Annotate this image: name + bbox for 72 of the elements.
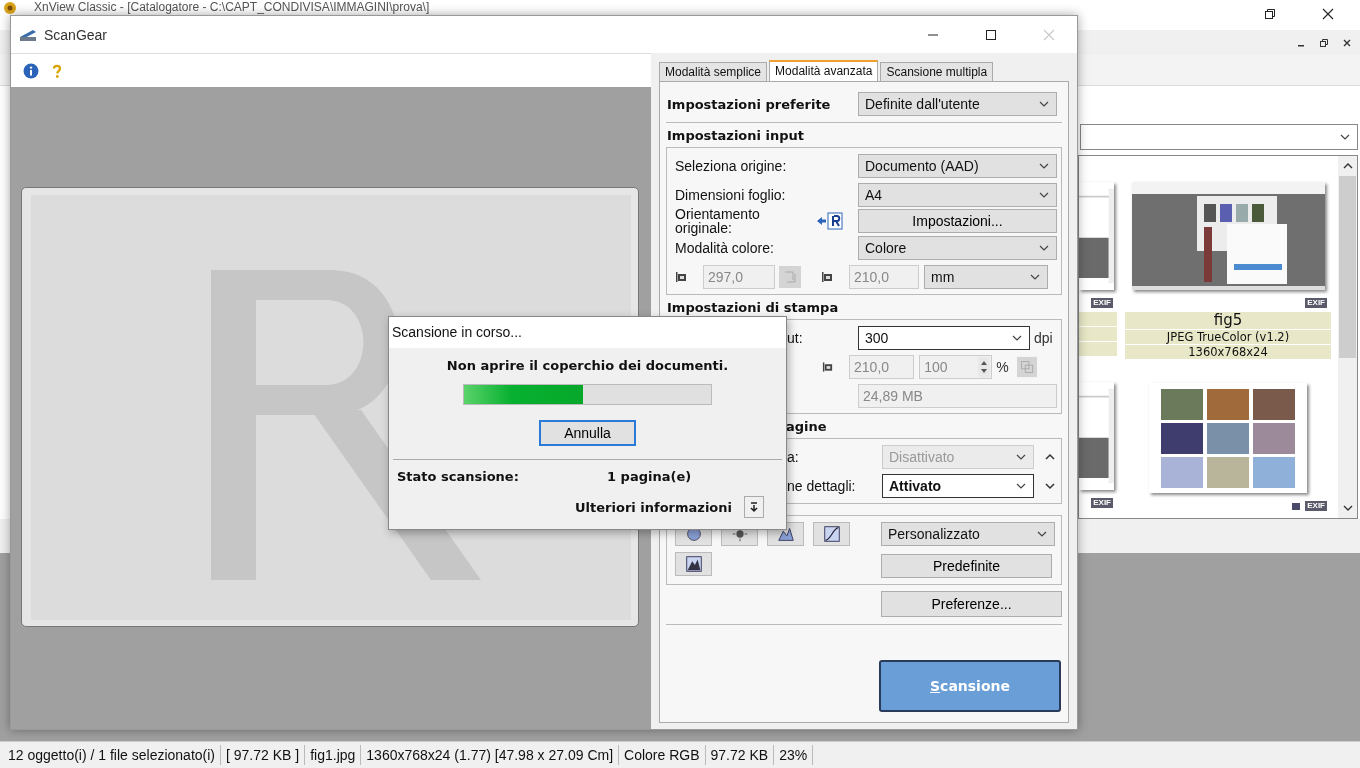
expand-button[interactable]	[744, 496, 764, 518]
info-strip	[1079, 312, 1117, 326]
ruler-icon	[822, 360, 834, 373]
ruler-icon	[821, 270, 833, 283]
close-icon[interactable]	[1342, 37, 1352, 48]
window-title: ScanGear	[44, 26, 108, 43]
status-text: 97.72 KB	[705, 745, 775, 765]
close-icon[interactable]	[1322, 8, 1334, 20]
tool-button[interactable]	[813, 522, 850, 546]
cancel-button[interactable]: Annulla	[539, 420, 636, 446]
tab[interactable]: Modalità semplice	[659, 62, 768, 81]
status-text: fig1.jpg	[305, 745, 362, 765]
curve-icon	[821, 524, 842, 544]
ruler-icon	[675, 270, 687, 283]
histogram-icon	[683, 554, 704, 574]
tool-button[interactable]	[675, 552, 712, 576]
section-heading: Impostazioni input	[666, 127, 806, 145]
field-label: Modalità colore:	[675, 239, 775, 256]
status-text: [ 97.72 KB ]	[221, 745, 306, 765]
field-label: Orientamento originale:	[675, 207, 761, 235]
settings-button[interactable]: Impostazioni...	[858, 209, 1057, 233]
field-label: ut:	[786, 329, 804, 346]
restore-icon[interactable]	[1319, 37, 1329, 48]
section-heading: Impostazioni di stampa	[666, 299, 840, 317]
field-label: Seleziona origine:	[675, 157, 788, 174]
message-text: Non aprire il coperchio dei documenti.	[446, 358, 729, 373]
preferences-button[interactable]: Preferenze...	[881, 591, 1062, 617]
exif-badge: EXIF	[1305, 501, 1327, 511]
status-label: Stato scansione:	[396, 469, 520, 484]
info-icon[interactable]	[23, 62, 39, 79]
tab[interactable]: Modalità avanzata	[769, 60, 879, 81]
status-text: 1360x768x24 (1.77) [47.98 x 27.09 Cm]	[361, 745, 620, 765]
spinner-icon[interactable]	[978, 356, 991, 377]
dropdown[interactable]	[1080, 124, 1358, 150]
tab[interactable]: Scansione multipla	[880, 62, 994, 81]
resolution-dropdown[interactable]: 300	[858, 325, 1030, 350]
dropdown[interactable]: Documento (AAD)	[858, 153, 1057, 178]
window-title: XnView Classic - [Catalogatore - C:\CAPT_CONDIVISA\IMMAGINI\prova\]	[34, 0, 430, 14]
dropdown[interactable]: mm	[924, 264, 1048, 289]
dropdown[interactable]: Personalizzato	[881, 522, 1055, 546]
exif-badge: EXIF	[1305, 298, 1327, 308]
dropdown[interactable]: Colore	[858, 235, 1057, 260]
dropdown[interactable]: A4	[858, 182, 1057, 207]
more-info-label: Ulteriori informazioni	[575, 499, 732, 515]
status-value: 1 pagina(e)	[607, 469, 692, 484]
status-text: 12 oggetto(i) / 1 file selezionato(i)	[3, 745, 221, 765]
field-label: Dimensioni foglio:	[675, 186, 787, 203]
unit-label: %	[996, 358, 1009, 375]
file-name: fig5	[1125, 312, 1331, 329]
unit-label: dpi	[1034, 329, 1053, 346]
scroll-thumb[interactable]	[1339, 176, 1356, 358]
dropdown[interactable]: Definite dall'utente	[858, 92, 1057, 116]
orientation-icon	[815, 211, 845, 231]
dialog-title: Scansione in corso...	[389, 317, 786, 348]
field-label: a:	[786, 448, 800, 465]
maximize-icon[interactable]	[985, 28, 997, 41]
status-text: Colore RGB	[619, 745, 706, 765]
info-strip	[1079, 342, 1117, 356]
info-strip	[1079, 327, 1117, 341]
section-label: Impostazioni preferite	[666, 96, 832, 112]
exif-badge: EXIF	[1091, 298, 1113, 308]
status-text: 23%	[774, 745, 814, 765]
image-dimensions: 1360x768x24	[1125, 345, 1331, 359]
defaults-button[interactable]: Predefinite	[881, 554, 1052, 578]
restore-icon[interactable]	[1264, 8, 1276, 20]
exif-badge: EXIF	[1091, 498, 1113, 508]
square-icon	[1291, 501, 1302, 511]
app-icon	[2, 0, 18, 16]
section-heading: agine	[785, 418, 828, 436]
dropdown[interactable]: Attivato	[882, 473, 1034, 498]
scrollbar[interactable]	[1338, 156, 1357, 518]
file-format: JPEG TrueColor (v1.2)	[1125, 330, 1331, 344]
